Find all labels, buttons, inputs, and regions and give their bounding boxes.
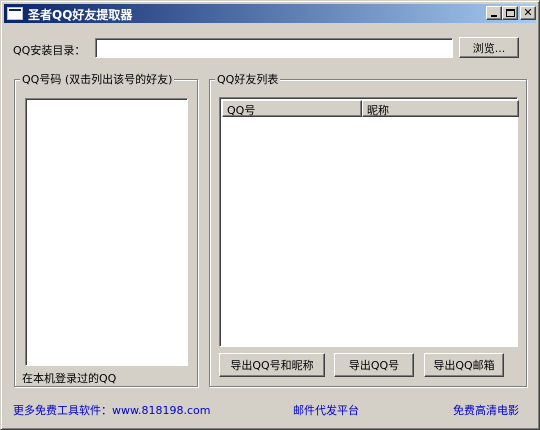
window-title: 圣者QQ好友提取器	[28, 8, 133, 22]
friend-list-header: QQ号 昵称	[222, 100, 519, 117]
column-header-qq[interactable]: QQ号	[222, 100, 362, 117]
export-qq-mail-button[interactable]: 导出QQ邮箱	[424, 353, 504, 377]
free-movies-link[interactable]: 免费高清电影	[453, 402, 519, 418]
friend-listview[interactable]: QQ号 昵称	[219, 97, 519, 347]
app-window: 圣者QQ好友提取器 ✕ QQ安装目录： 浏览... QQ号码 (双击列出该号的好…	[0, 0, 540, 430]
logged-in-hint: 在本机登录过的QQ	[22, 372, 117, 385]
export-qq-nickname-button[interactable]: 导出QQ号和昵称	[219, 353, 325, 377]
browse-button[interactable]: 浏览...	[459, 37, 519, 58]
qq-number-group-title: QQ号码 (双击列出该号的好友)	[20, 71, 175, 87]
export-qq-button[interactable]: 导出QQ号	[334, 353, 414, 377]
friend-list-group-title: QQ好友列表	[215, 71, 281, 87]
maximize-icon	[506, 9, 515, 17]
more-tools-link[interactable]: 更多免费工具软件：www.818198.com	[13, 402, 210, 418]
close-button[interactable]: ✕	[520, 6, 536, 20]
app-window-icon	[7, 7, 23, 20]
minimize-icon	[491, 15, 497, 17]
qq-number-listbox[interactable]	[25, 98, 188, 366]
maximize-button[interactable]	[502, 6, 518, 20]
install-dir-input[interactable]	[95, 38, 453, 58]
close-icon: ✕	[523, 6, 533, 19]
install-dir-label: QQ安装目录：	[13, 44, 86, 57]
minimize-button[interactable]	[486, 6, 502, 20]
mail-platform-link[interactable]: 邮件代发平台	[293, 402, 359, 418]
column-header-nickname[interactable]: 昵称	[362, 100, 519, 117]
title-bar[interactable]: 圣者QQ好友提取器 ✕	[4, 4, 536, 23]
